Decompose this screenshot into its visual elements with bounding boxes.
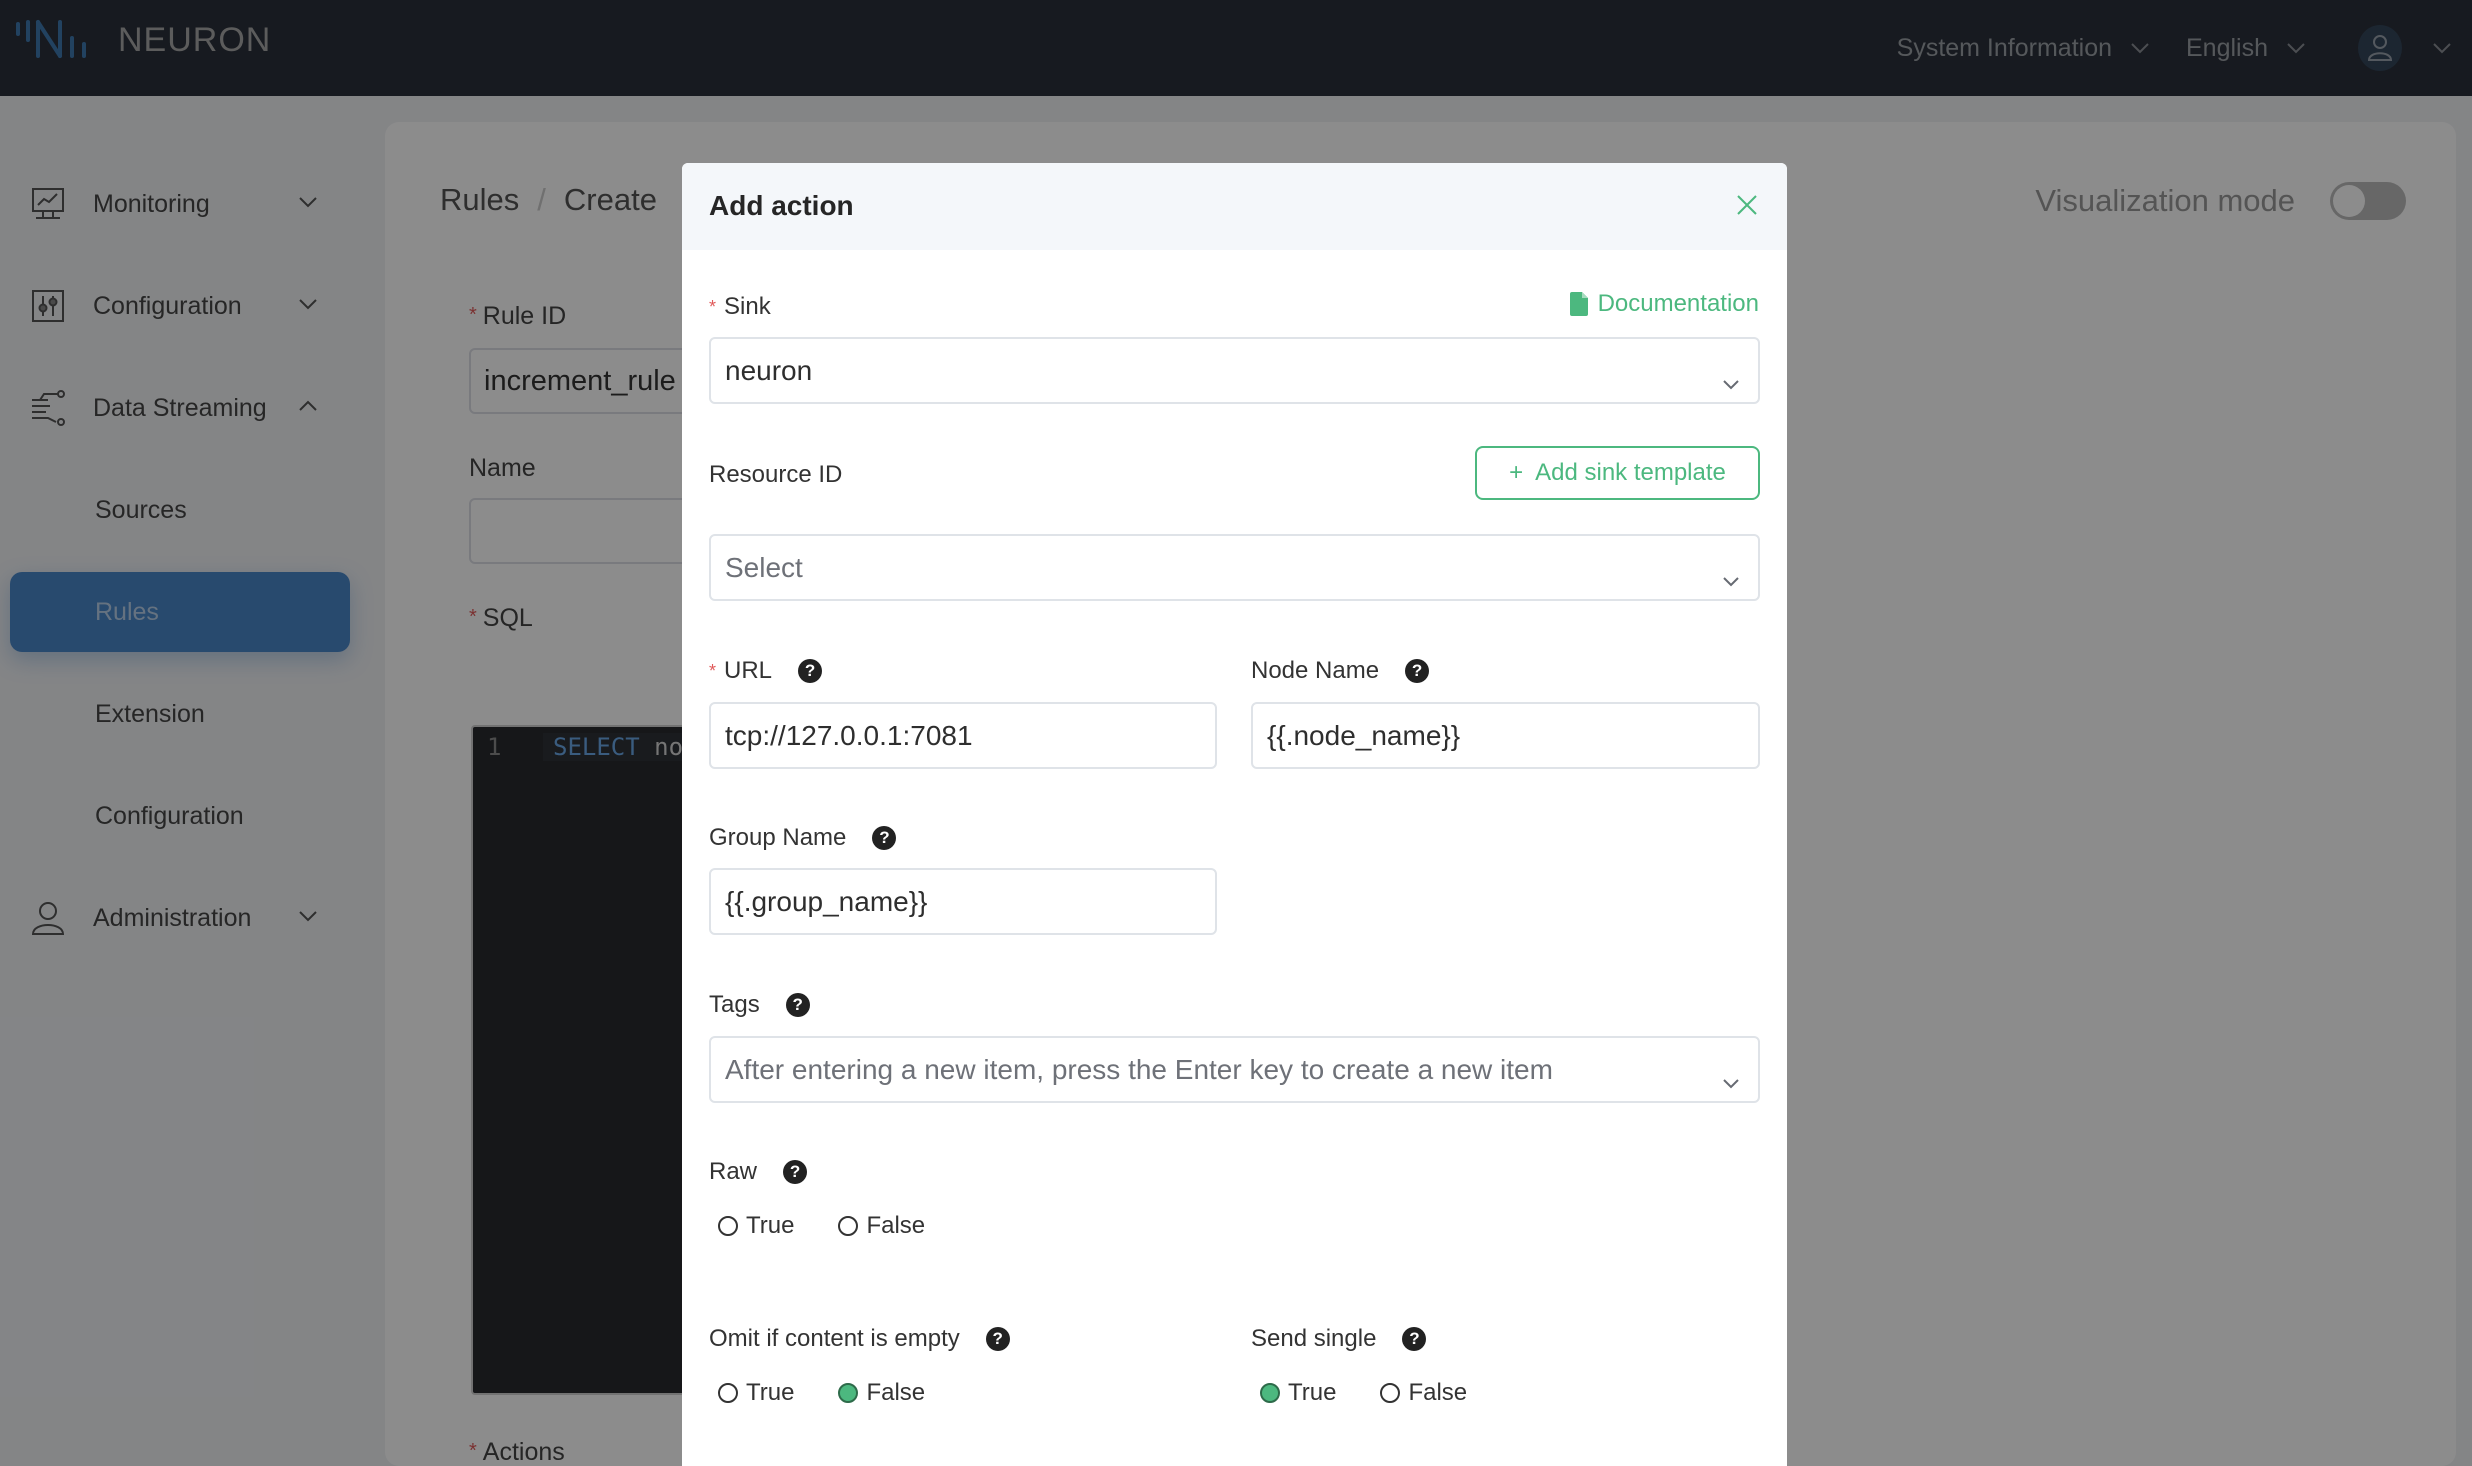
- radio-label: True: [746, 1212, 795, 1239]
- chevron-down-icon: [1722, 562, 1740, 594]
- send-single-label-text: Send single: [1251, 1325, 1377, 1352]
- resource-id-label: Resource ID: [709, 461, 843, 488]
- url-label: * URL ?: [709, 657, 823, 685]
- close-icon[interactable]: [1735, 193, 1759, 217]
- radio-dot: [838, 1216, 859, 1236]
- omit-if-empty-label: Omit if content is empty ?: [709, 1325, 1010, 1353]
- tags-label: Tags ?: [709, 991, 810, 1019]
- resource-id-select[interactable]: Select: [709, 534, 1760, 601]
- modal-header: Add action: [682, 163, 1787, 250]
- radio-label: True: [746, 1379, 795, 1406]
- raw-radio-group: True False: [718, 1212, 969, 1240]
- send-single-false-radio[interactable]: False: [1380, 1379, 1467, 1407]
- plus-icon: +: [1509, 459, 1524, 486]
- help-icon[interactable]: ?: [1405, 659, 1430, 683]
- omit-label-text: Omit if content is empty: [709, 1325, 960, 1352]
- help-icon[interactable]: ?: [1402, 1327, 1427, 1351]
- required-mark: *: [709, 660, 717, 681]
- help-icon[interactable]: ?: [798, 659, 823, 683]
- radio-label: False: [866, 1379, 926, 1406]
- url-label-text: URL: [724, 657, 773, 684]
- add-sink-template-label: Add sink template: [1535, 459, 1726, 486]
- omit-true-radio[interactable]: True: [718, 1379, 794, 1407]
- tags-placeholder: After entering a new item, press the Ent…: [725, 1053, 1553, 1085]
- help-icon[interactable]: ?: [872, 826, 897, 850]
- sink-label: * Sink: [709, 293, 771, 321]
- radio-label: False: [866, 1212, 926, 1239]
- chevron-down-icon: [1722, 365, 1740, 397]
- resource-id-placeholder: Select: [725, 551, 803, 583]
- help-icon[interactable]: ?: [783, 1160, 808, 1184]
- radio-dot-selected: [1260, 1383, 1280, 1403]
- tags-label-text: Tags: [709, 991, 760, 1018]
- tags-select[interactable]: After entering a new item, press the Ent…: [709, 1036, 1760, 1103]
- send-single-true-radio[interactable]: True: [1260, 1379, 1336, 1407]
- modal-title: Add action: [709, 190, 854, 221]
- documentation-link[interactable]: Documentation: [1569, 290, 1759, 318]
- radio-dot-selected: [838, 1383, 859, 1403]
- add-sink-template-button[interactable]: + Add sink template: [1475, 446, 1760, 500]
- omit-if-empty-radio-group: True False: [718, 1379, 969, 1407]
- node-name-label-text: Node Name: [1251, 657, 1380, 684]
- group-name-value: {{.group_name}}: [725, 885, 928, 917]
- raw-false-radio[interactable]: False: [838, 1212, 925, 1240]
- radio-label: True: [1288, 1379, 1337, 1406]
- radio-dot: [1380, 1383, 1401, 1403]
- group-name-input[interactable]: {{.group_name}}: [709, 868, 1217, 935]
- send-single-radio-group: True False: [1260, 1379, 1511, 1407]
- url-value: tcp://127.0.0.1:7081: [725, 719, 973, 751]
- radio-dot: [718, 1383, 738, 1403]
- node-name-input[interactable]: {{.node_name}}: [1251, 702, 1760, 769]
- radio-label: False: [1408, 1379, 1468, 1406]
- node-name-value: {{.node_name}}: [1267, 719, 1461, 751]
- help-icon[interactable]: ?: [985, 1327, 1010, 1351]
- sink-label-text: Sink: [724, 293, 771, 320]
- raw-label-text: Raw: [709, 1158, 758, 1185]
- document-icon: [1569, 292, 1588, 316]
- sink-select[interactable]: neuron: [709, 337, 1760, 404]
- node-name-label: Node Name ?: [1251, 657, 1430, 685]
- chevron-down-icon: [1722, 1064, 1740, 1096]
- url-input[interactable]: tcp://127.0.0.1:7081: [709, 702, 1217, 769]
- raw-label: Raw ?: [709, 1158, 808, 1186]
- omit-false-radio[interactable]: False: [838, 1379, 925, 1407]
- required-mark: *: [709, 296, 717, 317]
- add-action-modal: Add action * Sink Documentation neuron R…: [682, 163, 1787, 1466]
- sink-value: neuron: [725, 354, 813, 386]
- send-single-label: Send single ?: [1251, 1325, 1427, 1353]
- radio-dot: [718, 1216, 738, 1236]
- group-name-label: Group Name ?: [709, 824, 897, 852]
- documentation-label: Documentation: [1597, 290, 1759, 317]
- help-icon[interactable]: ?: [785, 993, 810, 1017]
- group-name-label-text: Group Name: [709, 824, 847, 851]
- raw-true-radio[interactable]: True: [718, 1212, 794, 1240]
